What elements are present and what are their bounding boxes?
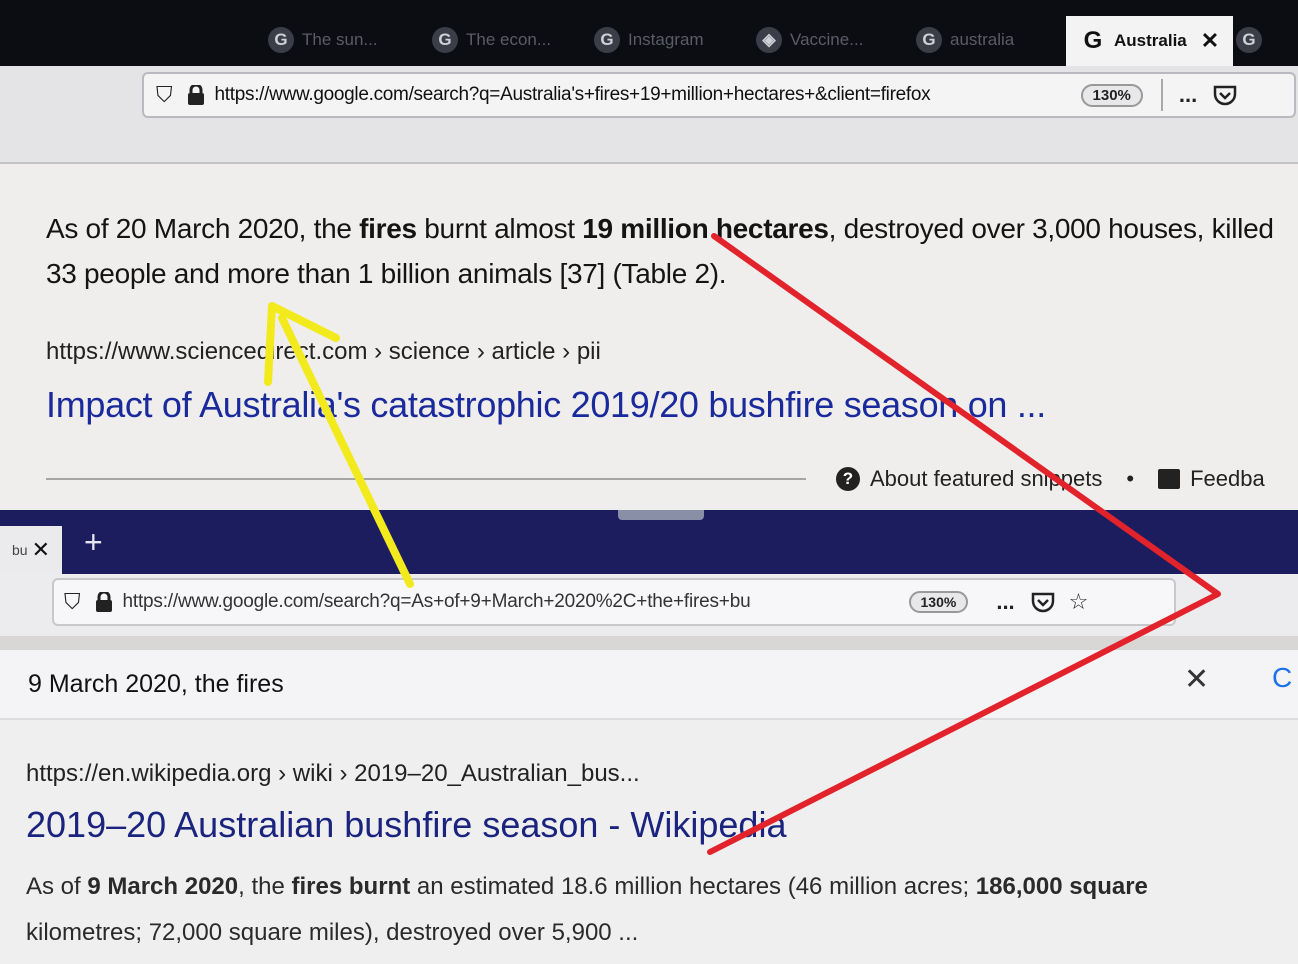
feedback-link[interactable]: Feedba	[1190, 466, 1265, 492]
pocket-icon[interactable]	[1031, 591, 1055, 613]
find-c-label[interactable]: C	[1272, 662, 1292, 694]
snippet-bold: fires	[359, 213, 417, 244]
shield-icon: ◈	[756, 27, 782, 53]
lock-icon[interactable]	[95, 592, 113, 612]
bottom-url-text[interactable]: https://www.google.com/search?q=As+of+9+…	[123, 591, 855, 613]
tab-7[interactable]: G	[1236, 14, 1262, 66]
window-seam	[618, 510, 704, 520]
snippet-bold: 19 million hectares	[582, 213, 829, 244]
bottom-url-bar[interactable]: ⛉ https://www.google.com/search?q=As+of+…	[52, 578, 1176, 626]
more-icon[interactable]: ...	[996, 589, 1014, 615]
bottom-tab[interactable]: bu ✕	[0, 526, 62, 574]
pocket-icon[interactable]	[1213, 84, 1237, 106]
snippet-part: kilometres; 72,000 square miles), destro…	[26, 919, 639, 946]
lock-icon[interactable]	[187, 85, 205, 105]
result-snippet: As of 9 March 2020, the fires burnt an e…	[26, 864, 1266, 956]
tab-active-australia[interactable]: G Australia ✕	[1066, 16, 1234, 66]
separator: •	[1126, 466, 1135, 491]
tab-3[interactable]: G Instagram	[594, 14, 704, 66]
snippet-part	[342, 873, 349, 900]
zoom-level[interactable]: 130%	[908, 591, 969, 613]
snippet-part: , the	[238, 873, 292, 900]
google-icon: G	[268, 27, 294, 53]
bottom-tab-strip: bu ✕ +	[0, 510, 1298, 574]
tab-label: bu	[11, 542, 28, 558]
top-url-text[interactable]: https://www.google.com/search?q=Australi…	[215, 84, 1035, 106]
featured-card-top-edge	[0, 122, 1298, 164]
tab-label: Vaccine...	[790, 30, 864, 49]
snippet-bold: 9 March 2020	[87, 873, 239, 900]
shield-icon[interactable]: ⛉	[156, 82, 173, 108]
result-title-link[interactable]: 2019–20 Australian bushfire season - Wik…	[26, 804, 786, 846]
feedback-icon	[1158, 469, 1181, 489]
snippet-part: As of	[26, 873, 88, 900]
shield-icon[interactable]: ⛉	[64, 589, 81, 615]
source-breadcrumb[interactable]: https://en.wikipedia.org › wiki › 2019–2…	[26, 760, 640, 788]
tab-5[interactable]: Gaustralia	[916, 14, 1014, 66]
tab-label: Australia	[1114, 31, 1187, 50]
about-featured-label[interactable]: About featured snippets	[870, 466, 1102, 492]
google-icon: G	[594, 27, 620, 53]
snippet-part: As of 20 March 2020, the	[46, 213, 360, 244]
google-icon: G	[1083, 27, 1103, 54]
tab-label: The sun...	[302, 30, 378, 49]
about-featured-snippets[interactable]: ? About featured snippets • Feedba	[836, 466, 1265, 492]
divider	[46, 478, 806, 480]
more-icon[interactable]: ...	[1179, 82, 1197, 108]
divider	[1160, 79, 1163, 111]
tab-label: Instagram	[628, 30, 704, 49]
close-tab-icon[interactable]: ✕	[32, 537, 50, 563]
tab-2[interactable]: G The econ...	[432, 14, 551, 66]
top-nav-bar: ⛉ https://www.google.com/search?q=Austra…	[0, 66, 1298, 122]
close-find-icon[interactable]: ✕	[1184, 662, 1209, 697]
snippet-bold: fires	[291, 873, 343, 900]
google-icon: G	[916, 27, 942, 53]
bottom-nav-bar: ⛉ https://www.google.com/search?q=As+of+…	[0, 574, 1298, 636]
source-breadcrumb[interactable]: https://www.sciencedirect.com › science …	[46, 338, 601, 366]
new-tab-button[interactable]: +	[84, 524, 103, 561]
tab-1[interactable]: G The sun...	[268, 14, 378, 66]
result-title-link[interactable]: Impact of Australia's catastrophic 2019/…	[46, 384, 1046, 426]
close-tab-icon[interactable]: ✕	[1201, 28, 1219, 54]
tab-label: australia	[950, 30, 1015, 49]
bottom-search-page: https://en.wikipedia.org › wiki › 2019–2…	[0, 720, 1298, 964]
zoom-level[interactable]: 130%	[1080, 83, 1143, 107]
google-icon: G	[1236, 27, 1262, 53]
find-input[interactable]: 9 March 2020, the fires	[28, 670, 284, 699]
top-search-page: As of 20 March 2020, the fires burnt alm…	[0, 122, 1298, 510]
find-bar: 9 March 2020, the fires ✕ C	[0, 650, 1298, 720]
top-url-bar[interactable]: ⛉ https://www.google.com/search?q=Austra…	[142, 72, 1296, 118]
snippet-bold: 186,000 square	[975, 873, 1148, 900]
snippet-bold: burnt	[348, 873, 411, 900]
google-icon: G	[432, 27, 458, 53]
snippet-part: burnt almost	[416, 213, 583, 244]
bookmark-star-icon[interactable]: ☆	[1069, 589, 1089, 615]
tab-4[interactable]: ◈ Vaccine...	[756, 14, 863, 66]
featured-snippet-text: As of 20 March 2020, the fires burnt alm…	[46, 206, 1276, 296]
top-tab-strip: G The sun... G The econ... G Instagram ◈ Vac…	[0, 0, 1298, 66]
help-icon: ?	[836, 467, 860, 491]
tab-label: The econ...	[466, 30, 552, 49]
snippet-part: an estimated 18.6 million hectares (46 m…	[410, 873, 976, 900]
